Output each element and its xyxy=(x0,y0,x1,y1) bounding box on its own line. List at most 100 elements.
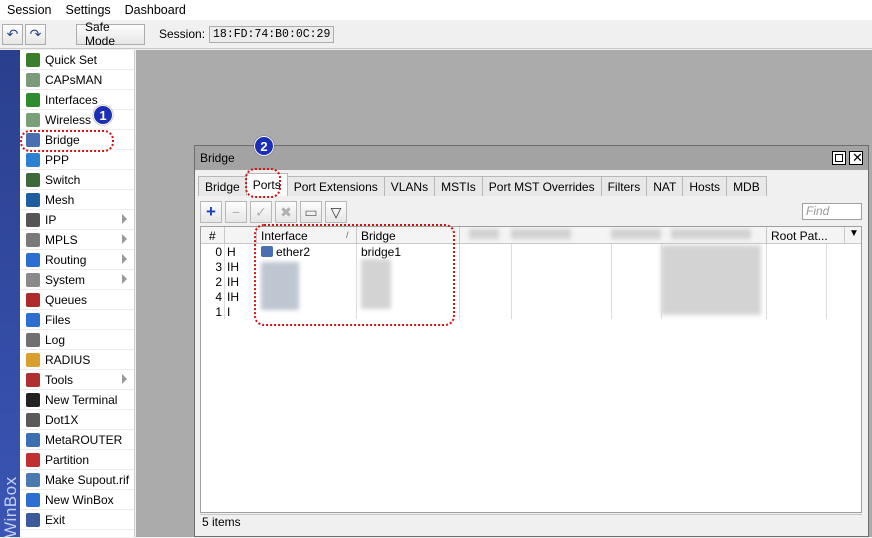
close-button[interactable]: ✕ xyxy=(849,150,863,165)
sidebar-item-label: PPP xyxy=(45,152,70,167)
undo-icon: ↶ xyxy=(6,25,19,42)
redo-icon: ↷ xyxy=(29,25,42,42)
sidebar-item-label: Routing xyxy=(45,252,87,267)
tab-mdb[interactable]: MDB xyxy=(726,176,767,196)
sidebar-item-label: Mesh xyxy=(45,192,75,207)
row-flags: IH xyxy=(227,290,239,304)
users-icon xyxy=(26,352,40,367)
tab-vlans[interactable]: VLANs xyxy=(383,176,436,196)
window-titlebar[interactable]: Bridge ✕ xyxy=(195,146,868,170)
tab-port-extensions[interactable]: Port Extensions xyxy=(286,176,385,196)
maximize-button[interactable] xyxy=(832,151,846,165)
session-value[interactable]: 18:FD:74:B0:0C:29 xyxy=(209,25,335,43)
column-menu-icon[interactable]: ▼ xyxy=(849,228,859,239)
disable-button[interactable]: ✖ xyxy=(275,201,297,223)
tab-mstis[interactable]: MSTIs xyxy=(434,176,483,196)
plus-icon: + xyxy=(206,202,216,221)
sidebar-item-capsman[interactable]: CAPsMAN xyxy=(20,70,134,90)
sidebar-item-quick-set[interactable]: Quick Set xyxy=(20,50,134,70)
sidebar-item-label: New Terminal xyxy=(45,392,118,407)
sidebar-item-dot1x[interactable]: Dot1X xyxy=(20,410,134,430)
antenna-icon xyxy=(26,72,40,87)
tab-nat[interactable]: NAT xyxy=(646,176,684,196)
sidebar-item-system[interactable]: System xyxy=(20,270,134,290)
sidebar-item-label: Make Supout.rif xyxy=(45,472,130,487)
session-label: Session: xyxy=(159,27,206,41)
sidebar-item-partition[interactable]: Partition xyxy=(20,450,134,470)
redo-button[interactable]: ↷ xyxy=(25,23,46,45)
tab-port-mst-overrides[interactable]: Port MST Overrides xyxy=(481,176,602,196)
gear-icon xyxy=(26,272,40,287)
sidebar-item-label: Queues xyxy=(45,292,88,307)
sidebar-item-ip[interactable]: IP xyxy=(20,210,134,230)
sidebar-item-switch[interactable]: Switch xyxy=(20,170,134,190)
redacted-header-c xyxy=(611,229,661,239)
maximize-icon xyxy=(835,154,843,162)
sidebar-item-label: CAPsMAN xyxy=(45,72,103,87)
sidebar-item-mpls[interactable]: MPLS xyxy=(20,230,134,250)
safe-mode-button[interactable]: Safe Mode xyxy=(76,20,145,48)
sidebar-item-tools[interactable]: Tools xyxy=(20,370,134,390)
sidebar-item-files[interactable]: Files xyxy=(20,310,134,330)
sidebar-item-make-supout-rif[interactable]: Make Supout.rif xyxy=(20,470,134,490)
redacted-header-d xyxy=(671,229,751,239)
add-button[interactable]: + xyxy=(200,201,222,223)
menu-dashboard[interactable]: Dashboard xyxy=(118,3,193,17)
terminal-icon xyxy=(26,392,40,407)
tab-filters[interactable]: Filters xyxy=(600,176,648,196)
sidebar-item-label: Quick Set xyxy=(45,52,98,67)
mesh-icon xyxy=(26,192,40,207)
routing-icon xyxy=(26,252,40,267)
tab-bridge[interactable]: Bridge xyxy=(198,176,247,196)
sidebar-item-new-winbox[interactable]: New WinBox xyxy=(20,490,134,510)
sidebar-item-label: Tools xyxy=(45,372,74,387)
enable-button[interactable]: ✓ xyxy=(250,201,272,223)
switch-icon xyxy=(26,172,40,187)
cross-icon: ✖ xyxy=(280,203,292,220)
app-name-vertical: WinBox xyxy=(1,476,20,538)
minus-icon: − xyxy=(231,204,241,220)
ports-toolbar: + − ✓ ✖ ▭ ▽ xyxy=(200,201,350,223)
comment-button[interactable]: ▭ xyxy=(300,201,322,223)
sidebar-item-wireless[interactable]: Wireless xyxy=(20,110,134,130)
menu-settings[interactable]: Settings xyxy=(58,3,117,17)
filter-button[interactable]: ▽ xyxy=(325,201,347,223)
partition-icon xyxy=(26,452,40,467)
close-icon: ✕ xyxy=(852,150,863,165)
comment-icon: ▭ xyxy=(304,203,318,220)
sidebar-item-log[interactable]: Log xyxy=(20,330,134,350)
menu-session[interactable]: Session xyxy=(0,3,58,17)
sidebar-item-ppp[interactable]: PPP xyxy=(20,150,134,170)
filter-icon: ▽ xyxy=(330,203,342,220)
row-number: 0 xyxy=(215,245,222,259)
col-root-path[interactable]: Root Pat... xyxy=(771,229,828,243)
submenu-arrow-icon xyxy=(122,214,127,224)
sidebar-item-radius[interactable]: RADIUS xyxy=(20,350,134,370)
undo-button[interactable]: ↶ xyxy=(2,23,23,45)
winbox-vertical-bar: WinBox xyxy=(0,50,20,538)
submenu-arrow-icon xyxy=(122,234,127,244)
col-number[interactable]: # xyxy=(209,229,216,243)
sidebar-item-routing[interactable]: Routing xyxy=(20,250,134,270)
remove-button[interactable]: − xyxy=(225,201,247,223)
step-badge-2: 2 xyxy=(254,136,274,156)
sidebar-item-mesh[interactable]: Mesh xyxy=(20,190,134,210)
winbox-icon xyxy=(26,492,40,507)
sidebar-item-exit[interactable]: Exit xyxy=(20,510,134,530)
sidebar-item-label: Exit xyxy=(45,512,66,527)
tab-hosts[interactable]: Hosts xyxy=(682,176,728,196)
callout-interface-bridge-columns xyxy=(254,224,455,326)
sidebar-item-new-terminal[interactable]: New Terminal xyxy=(20,390,134,410)
queues-icon xyxy=(26,292,40,307)
sidebar-item-label: RADIUS xyxy=(45,352,91,367)
sidebar-item-label: Interfaces xyxy=(45,92,98,107)
wireless-icon xyxy=(26,112,40,127)
submenu-arrow-icon xyxy=(122,374,127,384)
sidebar-item-queues[interactable]: Queues xyxy=(20,290,134,310)
ppp-icon xyxy=(26,152,40,167)
sidebar-item-label: Partition xyxy=(45,452,90,467)
row-flags: I xyxy=(227,305,231,319)
find-input[interactable]: Find xyxy=(802,203,862,220)
sidebar-item-interfaces[interactable]: Interfaces xyxy=(20,90,134,110)
sidebar-item-metarouter[interactable]: MetaROUTER xyxy=(20,430,134,450)
